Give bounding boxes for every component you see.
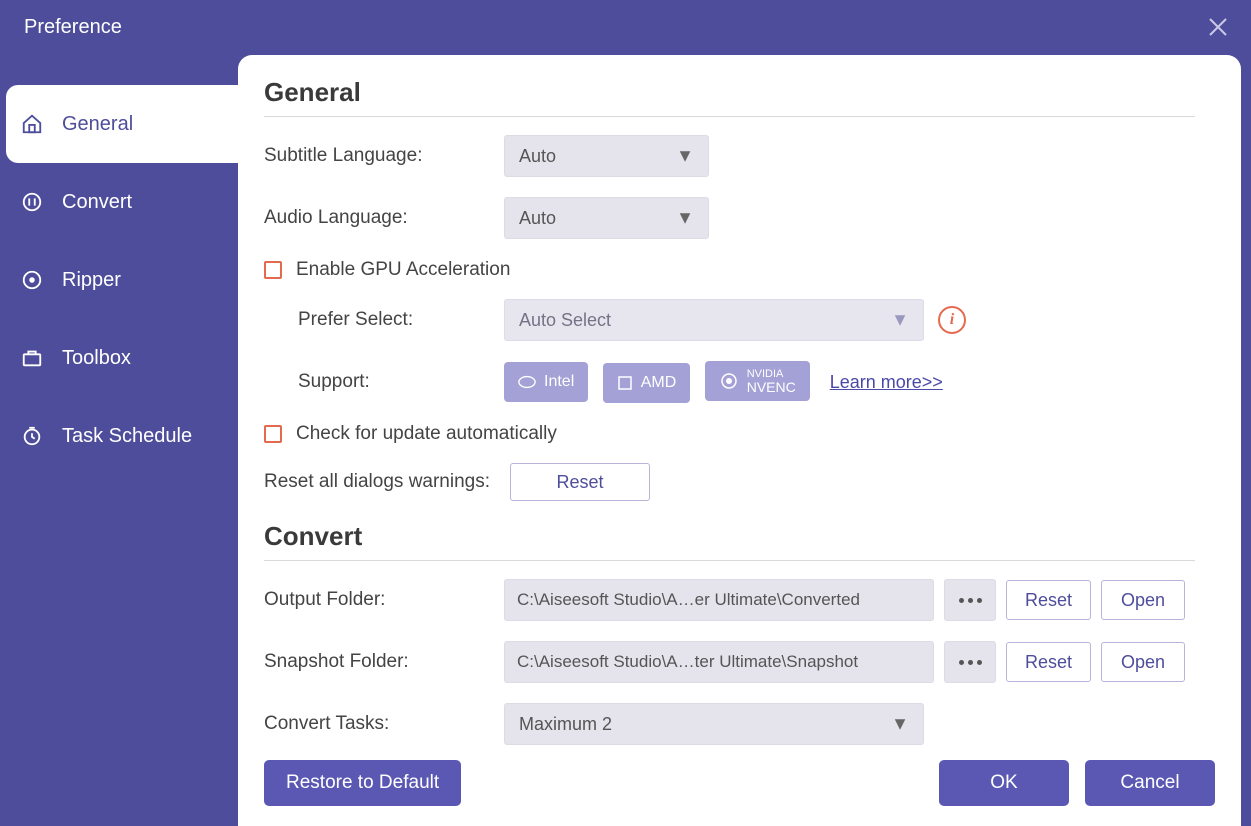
gpu-badges: Intel AMD NVIDIA NVENC [504,361,820,403]
sidebar-label: Toolbox [62,347,131,370]
sidebar-item-convert[interactable]: Convert [0,163,238,241]
reset-dialogs-button[interactable]: Reset [510,463,650,501]
select-value: Auto [519,208,556,229]
home-icon [20,112,44,136]
audio-language-select[interactable]: Auto ▼ [504,197,709,239]
output-folder-open-button[interactable]: Open [1101,580,1185,620]
convert-icon [20,190,44,214]
toolbox-icon [20,346,44,370]
window-title: Preference [24,16,122,39]
reset-dialogs-label: Reset all dialogs warnings: [264,471,510,493]
close-icon [1207,16,1229,38]
sidebar-item-taskschedule[interactable]: Task Schedule [0,397,238,475]
snapshot-folder-label: Snapshot Folder: [264,651,504,673]
prefer-select-dropdown: Auto Select ▼ [504,299,924,341]
cancel-button[interactable]: Cancel [1085,760,1215,806]
subtitle-language-select[interactable]: Auto ▼ [504,135,709,177]
ripper-icon [20,268,44,292]
info-icon[interactable]: i [938,306,966,334]
prefer-select-label: Prefer Select: [264,309,504,331]
snapshot-folder-reset-button[interactable]: Reset [1006,642,1091,682]
enable-gpu-checkbox[interactable] [264,261,282,279]
select-value: Maximum 2 [519,714,612,735]
gpu-badge-nvidia: NVIDIA NVENC [705,361,810,401]
output-folder-reset-button[interactable]: Reset [1006,580,1091,620]
subtitle-language-label: Subtitle Language: [264,145,504,167]
gpu-badge-amd: AMD [603,363,691,403]
sidebar-label: General [62,113,133,136]
select-value: Auto [519,146,556,167]
sidebar-label: Ripper [62,269,121,292]
scroll-area[interactable]: General Subtitle Language: Auto ▼ Audio … [238,55,1241,754]
sidebar-item-general[interactable]: General [6,85,238,163]
convert-tasks-label: Convert Tasks: [264,713,504,735]
check-update-checkbox[interactable] [264,425,282,443]
output-folder-input[interactable]: C:\Aiseesoft Studio\A…er Ultimate\Conver… [504,579,934,621]
sidebar-item-ripper[interactable]: Ripper [0,241,238,319]
chevron-down-icon: ▼ [891,714,909,735]
sidebar-label: Task Schedule [62,425,192,448]
select-value: Auto Select [519,310,611,331]
output-folder-label: Output Folder: [264,589,504,611]
learn-more-link[interactable]: Learn more>> [830,372,943,393]
sidebar: General Convert Ripper Toolbox Task Sche… [0,55,238,826]
chevron-down-icon: ▼ [676,146,694,167]
snapshot-folder-input[interactable]: C:\Aiseesoft Studio\A…ter Ultimate\Snaps… [504,641,934,683]
enable-gpu-label: Enable GPU Acceleration [296,259,510,281]
nvidia-icon [719,371,739,391]
clock-icon [20,424,44,448]
restore-default-button[interactable]: Restore to Default [264,760,461,806]
gpu-badge-intel: Intel [504,362,588,402]
sidebar-label: Convert [62,191,132,214]
sidebar-item-toolbox[interactable]: Toolbox [0,319,238,397]
output-folder-browse-button[interactable] [944,579,996,621]
support-label: Support: [264,371,504,393]
chevron-down-icon: ▼ [676,208,694,229]
intel-icon [518,373,536,391]
snapshot-folder-open-button[interactable]: Open [1101,642,1185,682]
chevron-down-icon: ▼ [891,310,909,331]
footer-bar: Restore to Default OK Cancel [238,754,1241,826]
section-heading-convert: Convert [264,521,1195,561]
amd-icon [617,375,633,391]
content-panel: General Subtitle Language: Auto ▼ Audio … [238,55,1241,826]
title-bar: Preference [0,0,1251,55]
section-heading-general: General [264,77,1195,117]
snapshot-folder-browse-button[interactable] [944,641,996,683]
audio-language-label: Audio Language: [264,207,504,229]
check-update-label: Check for update automatically [296,423,557,445]
convert-tasks-select[interactable]: Maximum 2 ▼ [504,703,924,745]
ok-button[interactable]: OK [939,760,1069,806]
close-button[interactable] [1203,12,1233,42]
